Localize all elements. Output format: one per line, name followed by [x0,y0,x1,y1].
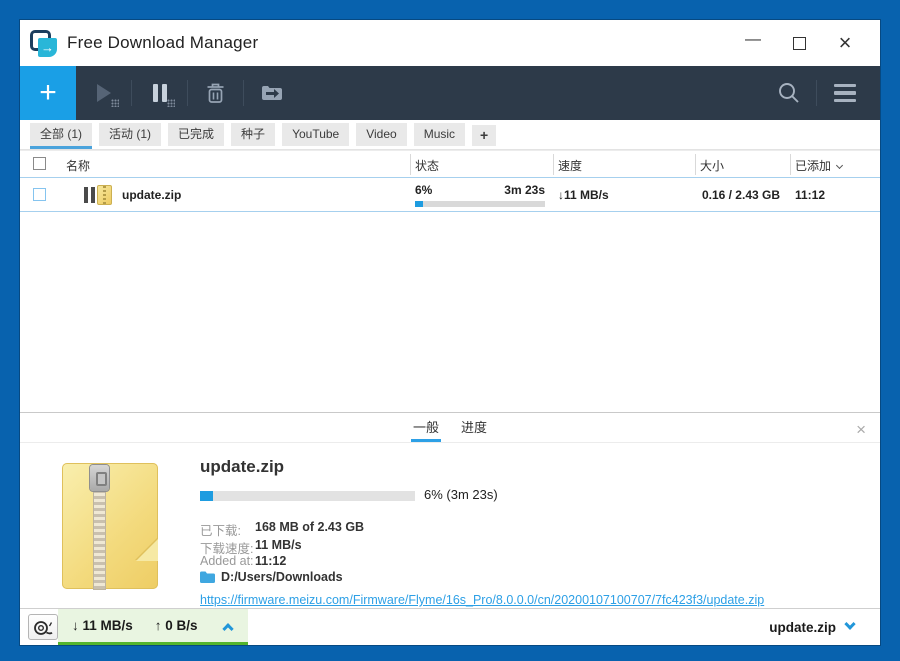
downloaded-value: 168 MB of 2.43 GB [255,520,364,534]
download-url-link[interactable]: https://firmware.meizu.com/Firmware/Flym… [200,593,764,607]
details-tabs: 一般 进度 [20,413,880,443]
resume-grid-dots-icon [111,99,119,107]
divider [790,154,791,175]
window-controls: — × [730,20,880,66]
column-header-added[interactable]: 已添加 [795,157,842,174]
added-at-label: Added at: [200,554,254,568]
speed-summary-widget[interactable]: ↓ 11 MB/s ↑ 0 B/s [58,609,248,645]
row-status: 6% 3m 23s [415,183,545,197]
row-percent: 6% [415,183,432,197]
filter-tab-video[interactable]: Video [356,123,406,146]
filter-tab-completed[interactable]: 已完成 [168,123,224,146]
column-header-speed[interactable]: 速度 [558,157,582,174]
resume-button[interactable] [76,66,131,120]
row-progress-bar [415,201,545,207]
app-title: Free Download Manager [67,33,258,53]
chevron-down-icon [844,619,855,630]
row-checkbox[interactable] [33,188,46,201]
table-header: 名称 状态 速度 大小 已添加 [20,150,880,177]
add-download-button[interactable]: + [20,66,76,120]
zip-file-preview-icon [62,463,158,589]
close-button[interactable]: × [822,20,868,66]
current-file-selector[interactable]: update.zip [769,609,854,645]
delete-button[interactable] [188,66,243,120]
download-path[interactable]: D:/Users/Downloads [200,570,343,584]
app-logo-icon: → [30,30,57,57]
pause-icon [153,84,167,102]
download-speed-total: ↓ 11 MB/s [72,618,133,633]
upload-speed-total: ↑ 0 B/s [155,618,198,633]
app-window: → Free Download Manager — × + [20,20,880,645]
search-button[interactable] [761,66,816,120]
folder-icon [200,571,215,583]
divider [553,154,554,175]
details-panel: 一般 进度 × update.zip 6% (3m 23s) 已下载: 168 … [20,412,880,608]
download-list-empty-area [20,212,880,412]
details-progress-label: 6% (3m 23s) [424,487,498,502]
download-path-text: D:/Users/Downloads [221,570,343,584]
filter-tab-youtube[interactable]: YouTube [282,123,349,146]
menu-button[interactable] [817,66,872,120]
row-progress-fill [415,201,423,207]
pause-button[interactable] [132,66,187,120]
column-header-name[interactable]: 名称 [66,157,90,174]
row-pause-icon[interactable] [84,187,95,203]
maximize-button[interactable] [776,20,822,66]
chevron-down-icon [836,162,843,169]
move-to-folder-button[interactable] [244,66,299,120]
row-speed: ↓11 MB/s [558,188,609,202]
details-progress-fill [200,491,213,501]
added-at-value: 11:12 [255,554,286,568]
row-added-time: 11:12 [795,188,825,202]
trash-icon [206,83,225,104]
filter-tabs-bar: 全部 (1) 活动 (1) 已完成 种子 YouTube Video Music… [20,120,880,150]
downloaded-label: 已下载: [200,524,241,538]
added-at-field: Added at: 11:12 [200,554,254,568]
select-all-checkbox[interactable] [33,157,46,170]
details-filename: update.zip [200,457,284,477]
details-tab-general[interactable]: 一般 [411,412,441,442]
row-eta: 3m 23s [504,183,545,197]
download-row[interactable]: update.zip 6% 3m 23s ↓11 MB/s 0.16 / 2.4… [20,177,880,212]
toolbar: + [20,66,880,120]
titlebar: → Free Download Manager — × [20,20,880,66]
pause-grid-dots-icon [167,99,175,107]
details-progress-bar [200,491,415,501]
chevron-up-icon [222,623,233,634]
download-speed-value: 11 MB/s [255,538,302,552]
filter-tab-active[interactable]: 活动 (1) [99,123,161,146]
details-tab-progress[interactable]: 进度 [459,412,489,442]
snail-icon [33,619,53,636]
downloaded-field: 已下载: 168 MB of 2.43 GB [200,520,241,539]
divider [695,154,696,175]
divider [410,154,411,175]
details-close-button[interactable]: × [856,421,866,438]
column-header-size[interactable]: 大小 [700,157,724,174]
row-size: 0.16 / 2.43 GB [680,188,780,202]
filter-tab-all[interactable]: 全部 (1) [30,123,92,149]
play-icon [97,84,111,102]
add-filter-tab-button[interactable]: + [472,125,496,146]
filter-tab-torrents[interactable]: 种子 [231,123,275,146]
current-file-name: update.zip [769,620,836,635]
zip-file-icon [97,185,112,205]
maximize-icon [793,37,806,50]
statusbar: ↓ 11 MB/s ↑ 0 B/s update.zip [20,608,880,645]
folder-arrow-icon [260,84,284,102]
minimize-button[interactable]: — [730,20,776,66]
speed-limit-button[interactable] [28,614,58,640]
hamburger-icon [834,84,856,103]
toolbar-right-group [761,66,872,120]
column-header-status[interactable]: 状态 [415,157,439,174]
filter-tab-music[interactable]: Music [414,123,465,146]
search-icon [777,81,801,105]
row-filename: update.zip [122,188,181,202]
